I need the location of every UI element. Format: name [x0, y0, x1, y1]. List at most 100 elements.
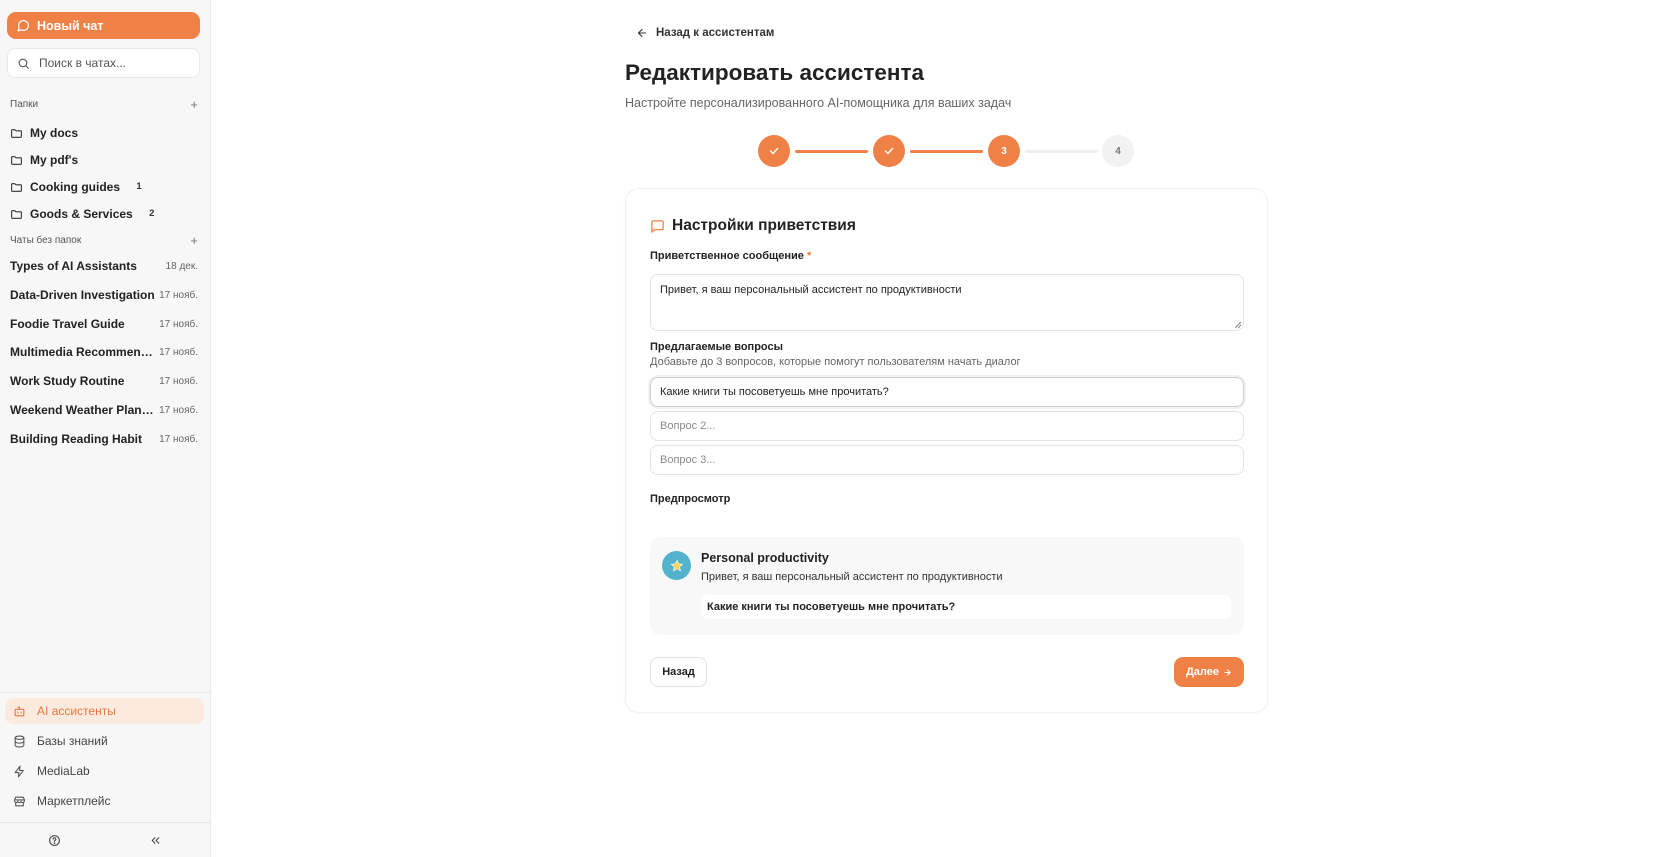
page-subtitle: Настройте персонализированного AI-помощн… — [625, 96, 1012, 110]
chats-header: Чаты без папок + — [10, 233, 198, 248]
required-mark: * — [806, 250, 812, 262]
arrow-left-icon — [637, 28, 647, 38]
bottom-divider — [0, 822, 211, 823]
search-input[interactable] — [39, 56, 189, 70]
chat-date: 17 нояб. — [159, 433, 198, 445]
chat-date: 17 нояб. — [159, 375, 198, 387]
nav-medialab[interactable]: MediaLab — [5, 758, 204, 784]
nav-divider — [0, 692, 211, 693]
preview-panel: Personal productivity Привет, я ваш перс… — [650, 537, 1244, 635]
help-icon — [48, 834, 60, 846]
chat-date: 18 дек. — [165, 260, 198, 272]
step-2-done — [873, 135, 905, 167]
star-icon — [670, 558, 683, 571]
lightning-icon — [14, 765, 24, 777]
chat-title: Work Study Routine — [10, 374, 125, 388]
chats-header-label: Чаты без папок — [10, 234, 82, 246]
chat-title: Building Reading Habit — [10, 432, 142, 446]
greeting-label: Приветственное сообщение * — [650, 250, 811, 262]
nav-label: MediaLab — [37, 764, 90, 778]
chat-bubble-icon — [17, 20, 29, 32]
question-3-input[interactable] — [650, 445, 1244, 475]
back-link-label: Назад к ассистентам — [656, 27, 775, 39]
chat-title: Weekend Weather Planner — [10, 403, 156, 417]
chat-title: Data-Driven Investigation — [10, 288, 155, 302]
folder-name: Goods & Services — [30, 207, 133, 221]
add-chat-button[interactable]: + — [190, 233, 198, 248]
chat-title: Types of AI Assistants — [10, 259, 137, 273]
preview-question-chip[interactable]: Какие книги ты посоветуешь мне прочитать… — [701, 595, 1231, 619]
nav-marketplace[interactable]: Маркетплейс — [5, 788, 204, 814]
chat-item[interactable]: Building Reading Habit 17 нояб. — [10, 429, 198, 449]
folder-name: My docs — [30, 126, 79, 140]
back-to-assistants-link[interactable]: Назад к ассистентам — [636, 27, 774, 39]
folder-icon — [11, 128, 22, 138]
stepper: 3 4 — [758, 135, 1134, 167]
step-connector — [1025, 150, 1098, 153]
chevrons-left-icon — [151, 836, 159, 844]
questions-label: Предлагаемые вопросы — [650, 341, 783, 353]
folder-count-badge: 1 — [136, 181, 142, 192]
folder-item[interactable]: Goods & Services 2 — [10, 204, 160, 224]
new-chat-label: Новый чат — [37, 18, 104, 33]
chat-search[interactable] — [7, 48, 200, 78]
step-3-current: 3 — [988, 135, 1020, 167]
chat-item[interactable]: Data-Driven Investigation 17 нояб. — [10, 285, 198, 305]
question-2-input[interactable] — [650, 411, 1244, 441]
arrow-right-icon — [1224, 668, 1231, 676]
folders-header: Папки + — [10, 97, 198, 112]
step-4-todo: 4 — [1102, 135, 1134, 167]
folder-name: My pdf's — [30, 153, 79, 167]
chat-item[interactable]: Foodie Travel Guide 17 нояб. — [10, 314, 198, 334]
database-icon — [14, 735, 25, 747]
folder-icon — [11, 209, 22, 219]
step-connector — [910, 150, 983, 153]
help-button[interactable] — [45, 831, 63, 849]
store-icon — [14, 796, 25, 806]
folders-header-label: Папки — [10, 98, 39, 110]
chat-item[interactable]: Types of AI Assistants 18 дек. — [10, 256, 198, 276]
questions-hint: Добавьте до 3 вопросов, которые помогут … — [650, 356, 1021, 368]
check-icon — [884, 147, 894, 155]
add-folder-button[interactable]: + — [190, 97, 198, 112]
card-title: Настройки приветствия — [672, 217, 856, 234]
preview-greeting: Привет, я ваш персональный ассистент по … — [701, 571, 1003, 583]
chat-item[interactable]: Work Study Routine 17 нояб. — [10, 371, 198, 391]
resize-handle-icon[interactable] — [1234, 321, 1242, 329]
chat-date: 17 нояб. — [159, 346, 198, 358]
new-chat-button[interactable]: Новый чат — [7, 12, 200, 39]
page-title: Редактировать ассистента — [625, 60, 925, 85]
sidebar: Новый чат Папки + My docs My pdf's Cooki… — [0, 0, 211, 857]
folder-item[interactable]: Cooking guides 1 — [10, 177, 147, 197]
greeting-textarea[interactable]: Привет, я ваш персональный ассистент по … — [650, 274, 1244, 331]
chat-item[interactable]: Weekend Weather Planner 17 нояб. — [10, 400, 198, 420]
folder-item[interactable]: My pdf's — [10, 150, 78, 170]
nav-label: AI ассистенты — [37, 704, 116, 718]
back-button[interactable]: Назад — [650, 657, 707, 687]
folder-name: Cooking guides — [30, 180, 120, 194]
nav-label: Базы знаний — [37, 734, 108, 748]
question-1-input[interactable] — [650, 377, 1244, 407]
step-1-done — [758, 135, 790, 167]
assistant-avatar — [662, 551, 691, 580]
greeting-settings-card: Настройки приветствия Приветственное соо… — [625, 188, 1268, 713]
collapse-sidebar-button[interactable] — [146, 831, 164, 849]
nav-label: Маркетплейс — [37, 794, 111, 808]
chat-date: 17 нояб. — [159, 289, 198, 301]
chat-title: Foodie Travel Guide — [10, 317, 125, 331]
folder-count-badge: 2 — [149, 208, 155, 219]
bot-icon — [14, 706, 25, 716]
step-connector — [795, 150, 868, 153]
folder-item[interactable]: My docs — [10, 123, 78, 143]
chat-date: 17 нояб. — [159, 404, 198, 416]
card-header: Настройки приветствия — [650, 217, 856, 235]
next-button[interactable]: Далее — [1174, 657, 1244, 687]
nav-knowledge-bases[interactable]: Базы знаний — [5, 728, 204, 754]
folder-icon — [11, 155, 22, 165]
nav-ai-assistants[interactable]: AI ассистенты — [5, 698, 204, 724]
next-button-label: Далее — [1185, 666, 1220, 678]
check-icon — [769, 147, 779, 155]
chat-date: 17 нояб. — [159, 318, 198, 330]
search-icon — [18, 58, 29, 69]
chat-item[interactable]: Multimedia Recommendati... 17 нояб. — [10, 342, 198, 362]
